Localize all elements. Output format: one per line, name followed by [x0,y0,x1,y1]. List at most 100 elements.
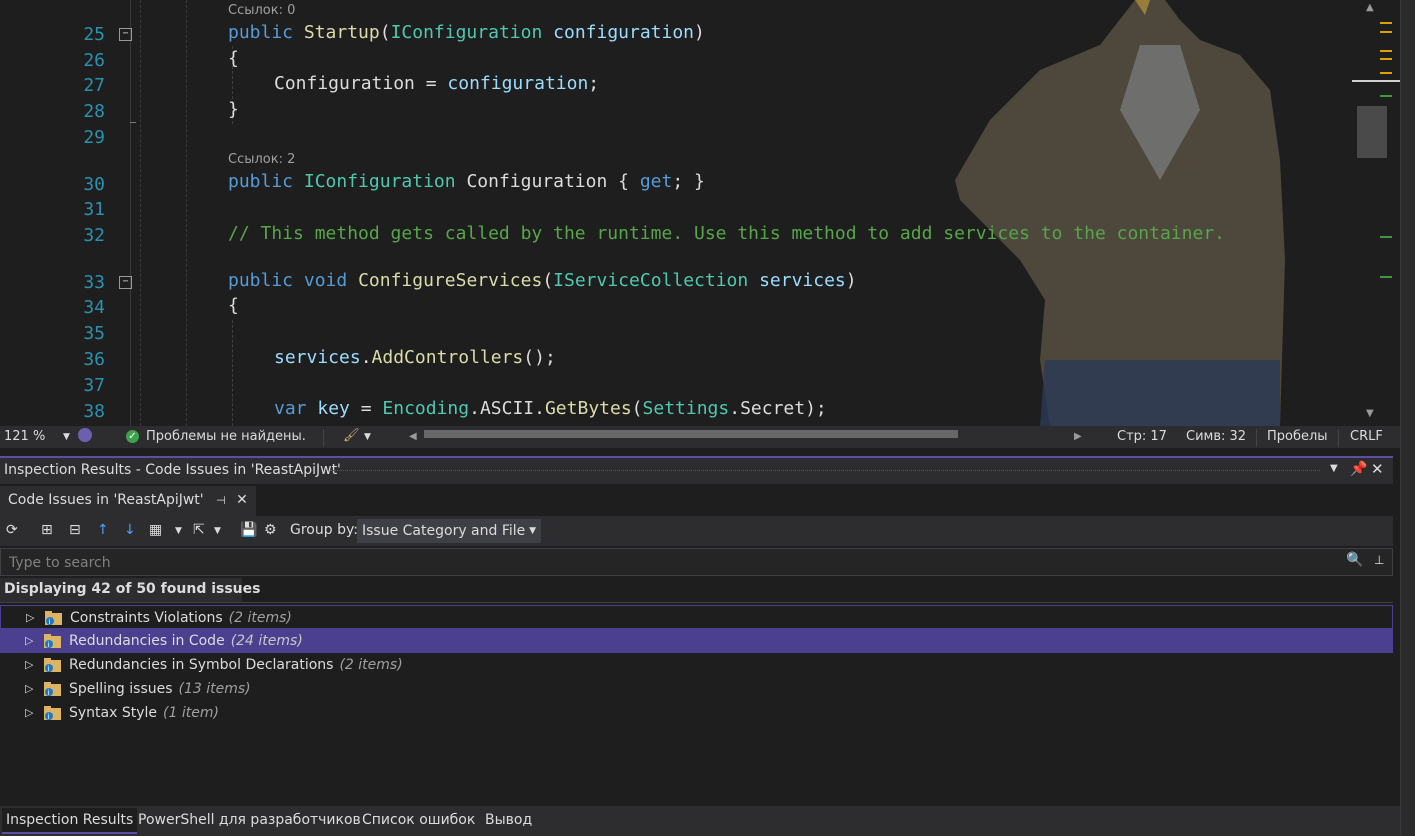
settings-icon[interactable]: ⚙ [264,522,277,538]
inspection-toolbar: ⟳ ⊞ ⊟ ↑ ↓ ▦ ▼ ⇱ ▼ 💾 ⚙ Group by: Issue Ca… [0,516,1393,546]
tree-item[interactable]: ▷ i Syntax Style (1 item) [0,701,1393,725]
fold-toggle[interactable]: − [119,28,132,41]
tree-item-count: (2 items) [339,657,403,673]
editor-background-image [955,0,1285,426]
tree-item-count: (13 items) [178,681,251,697]
tree-item[interactable]: ▷ i Redundancies in Symbol Declarations (… [0,653,1393,677]
editor-status-bar: 121 % ▼ ✓ Проблемы не найдены. 🖌 ▼ ◀ ▶ С… [0,426,1400,448]
line-number: 27 [83,75,105,96]
zoom-dropdown-icon[interactable]: ▼ [63,432,70,442]
tree-item[interactable]: ▷ i Spelling issues (13 items) [0,677,1393,701]
search-input[interactable] [7,553,1311,573]
chevron-down-icon[interactable]: ▼ [364,432,371,442]
panel-title-bar: Inspection Results - Code Issues in 'Rea… [0,458,1393,484]
scroll-left-icon[interactable]: ◀ [409,431,417,442]
folder-warning-icon: i [44,658,61,672]
code-line: Configuration = configuration; [274,73,600,94]
scroll-thumb[interactable] [424,430,958,438]
vertical-scrollbar[interactable]: ▲ ▼ [1352,0,1400,426]
pin-icon[interactable]: 📌 [1350,461,1367,477]
copilot-icon[interactable] [78,428,92,442]
codelens-references[interactable]: Ссылок: 2 [228,152,295,167]
divider [0,602,1393,603]
tree-item-count: (24 items) [230,633,303,649]
arrow-down-icon[interactable]: ↓ [124,522,136,538]
search-options-icon[interactable]: 🔍 [1346,552,1363,568]
line-number: 29 [83,127,105,148]
chevron-down-icon[interactable]: ▼ [214,526,221,536]
scroll-right-icon[interactable]: ▶ [1074,431,1082,442]
fold-margin [130,0,131,426]
arrow-up-icon[interactable]: ↑ [97,522,109,538]
tree-item-label: Syntax Style [69,705,158,721]
close-icon[interactable]: ✕ [1371,460,1384,478]
overview-warning-mark [1380,22,1392,24]
scroll-up-icon[interactable]: ▲ [1366,2,1374,13]
expand-arrow-icon[interactable]: ▷ [25,629,33,653]
horizontal-scrollbar[interactable] [424,429,1074,439]
line-ending-indicator[interactable]: CRLF [1350,429,1383,444]
save-icon[interactable]: 💾 [240,522,257,538]
tab-powershell[interactable]: PowerShell для разработчиков [134,808,365,832]
window-position-icon[interactable]: ▼ [1330,463,1338,474]
tab-error-list[interactable]: Список ошибок [358,808,479,832]
line-number: 35 [83,323,105,344]
zoom-level[interactable]: 121 % [4,429,45,444]
line-number: 25 [83,24,105,45]
scroll-thumb[interactable] [1357,106,1387,158]
refresh-icon[interactable]: ⟳ [6,522,18,538]
overview-change-mark [1380,95,1392,97]
line-indicator[interactable]: Стр: 17 [1117,429,1167,444]
inspection-results-panel: Inspection Results - Code Issues in 'Rea… [0,456,1393,808]
group-by-select[interactable]: Issue Category and File ▼ [357,519,541,543]
chevron-down-icon[interactable]: ▼ [175,526,182,536]
expand-arrow-icon[interactable]: ▷ [25,653,33,677]
column-indicator[interactable]: Симв: 32 [1186,429,1246,444]
tree-item[interactable]: ▷ i Constraints Violations (2 items) [0,605,1393,629]
line-number: 30 [83,174,105,195]
overview-change-mark [1380,236,1392,238]
expand-arrow-icon[interactable]: ▷ [26,606,34,630]
tree-item[interactable]: ▷ i Redundancies in Code (24 items) [0,629,1393,653]
whitespace-indicator[interactable]: Пробелы [1267,429,1328,444]
tab-label: Code Issues in 'ReastApiJwt' [8,492,204,508]
tree-item-count: (1 item) [163,705,219,721]
dashed-gutter-line [186,0,187,426]
overview-warning-mark [1380,50,1392,52]
divider [323,429,324,447]
document-tab-row: Code Issues in 'ReastApiJwt' ⊣ ✕ [0,486,1393,516]
codelens-references[interactable]: Ссылок: 0 [228,3,295,18]
folder-warning-icon: i [44,634,61,648]
fold-toggle[interactable]: − [119,276,132,289]
tree-item-count: (2 items) [228,610,292,626]
issues-summary: Displaying 42 of 50 found issues [4,581,261,597]
tab-output[interactable]: Вывод [481,808,536,832]
close-icon[interactable]: ✕ [236,492,248,508]
dashed-gutter-line [140,0,141,426]
line-number: 26 [83,50,105,71]
no-issues-status[interactable]: Проблемы не найдены. [146,429,306,444]
expand-arrow-icon[interactable]: ▷ [25,701,33,725]
collapse-all-icon[interactable]: ⊟ [69,522,81,538]
code-line: public void ConfigureServices(IServiceCo… [228,270,857,291]
code-line: { [228,295,239,316]
expand-all-icon[interactable]: ⊞ [41,522,53,538]
folder-warning-icon: i [44,682,61,696]
code-line: } [228,99,239,120]
right-side-strip [1400,0,1415,836]
tab-code-issues[interactable]: Code Issues in 'ReastApiJwt' ⊣ ✕ [0,486,256,516]
check-circle-icon: ✓ [126,430,139,443]
code-editor[interactable]: 25 26 27 28 29 30 31 32 33 34 35 36 37 3… [0,0,1400,426]
expand-arrow-icon[interactable]: ▷ [25,677,33,701]
overview-warning-mark [1380,72,1392,74]
export-icon[interactable]: ⇱ [193,522,205,538]
line-number: 31 [83,199,105,220]
pin-icon[interactable]: ⊣ [216,494,226,507]
code-cleanup-icon[interactable]: 🖌 [343,428,360,443]
svg-text:i: i [48,665,50,672]
tab-inspection-results[interactable]: Inspection Results [2,808,138,834]
pin-icon[interactable]: ⊥ [1374,553,1384,567]
filter-icon[interactable]: ▦ [149,522,162,538]
scroll-down-icon[interactable]: ▼ [1366,408,1374,419]
overview-change-mark [1380,276,1392,278]
